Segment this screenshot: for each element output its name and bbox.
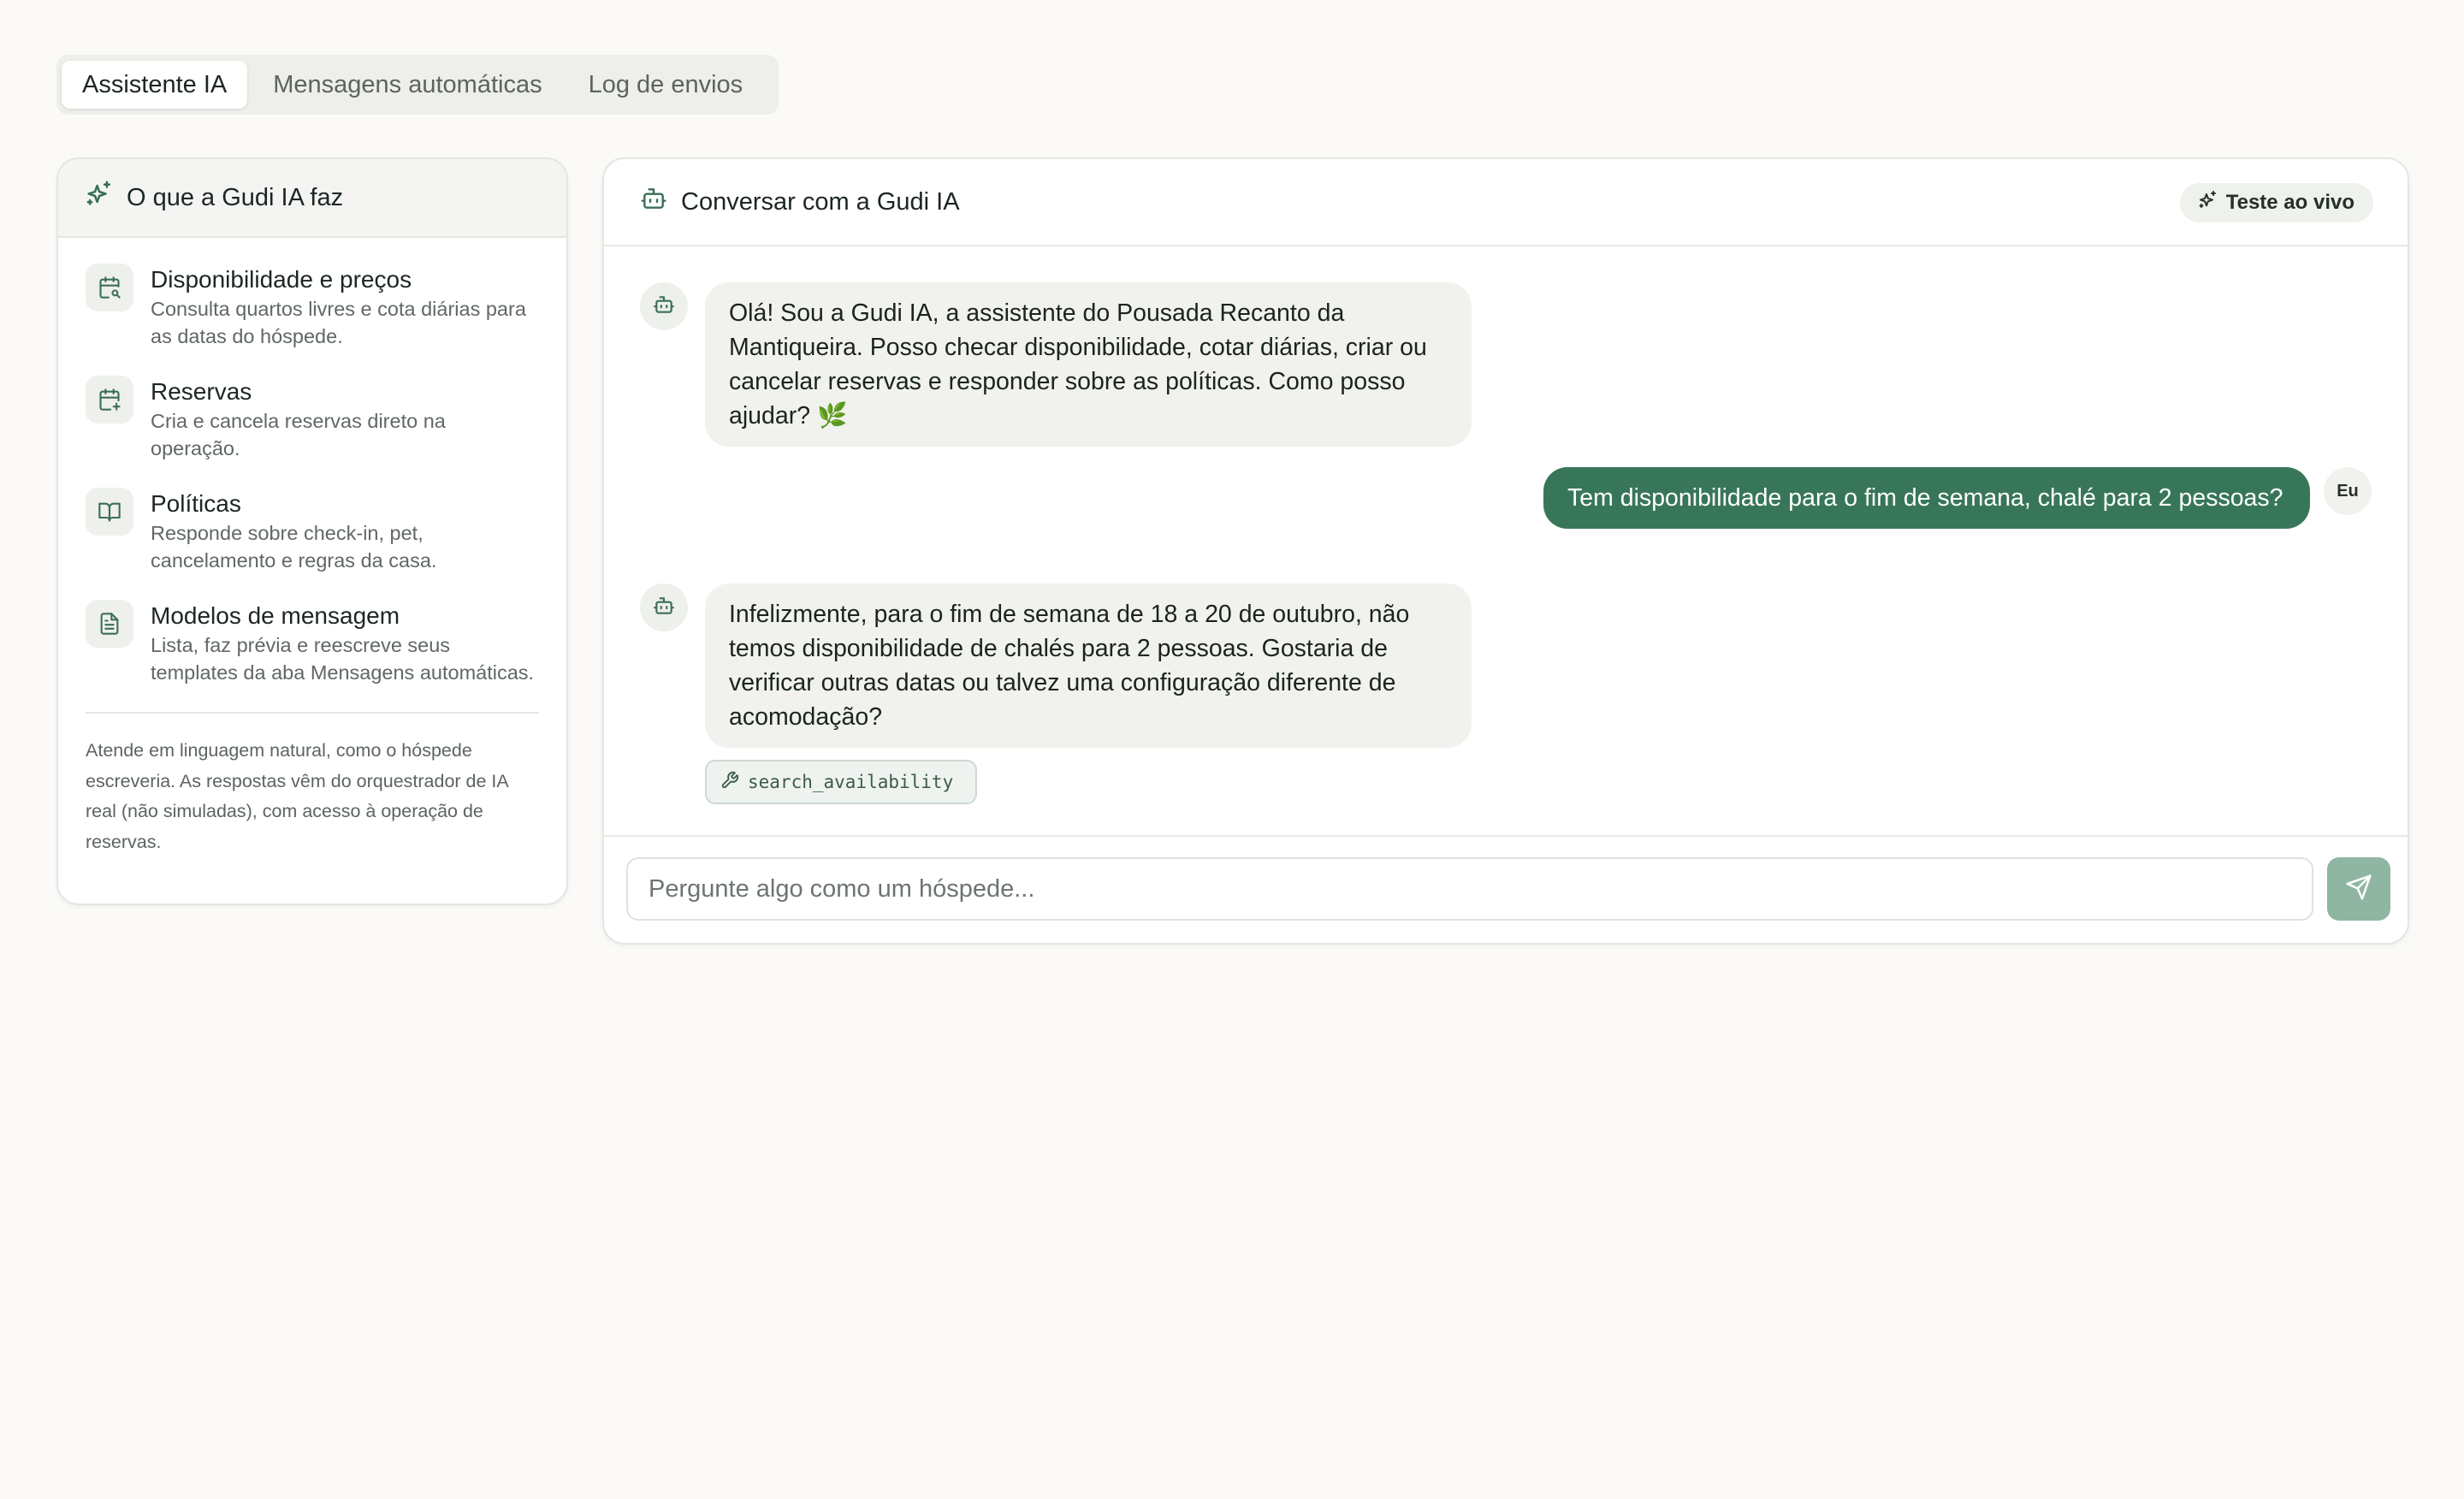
- tab-bar: Assistente IA Mensagens automáticas Log …: [56, 55, 779, 115]
- feature-title: Modelos de mensagem: [151, 602, 400, 629]
- features-note: Atende em linguagem natural, como o hósp…: [86, 740, 508, 852]
- tab-mensagens-automaticas[interactable]: Mensagens automáticas: [252, 61, 562, 109]
- features-header: O que a Gudi IA faz: [58, 159, 566, 238]
- feature-item-reservas: Reservas Cria e cancela reservas direto …: [86, 376, 539, 462]
- chat-header: Conversar com a Gudi IA Teste ao vivo: [604, 159, 2408, 246]
- user-message: Tem disponibilidade para o fim de semana…: [1543, 467, 2310, 529]
- live-test-badge: Teste ao vivo: [2179, 183, 2373, 222]
- assistant-avatar: [640, 584, 688, 631]
- sparkles-icon: [2197, 190, 2218, 216]
- features-title: O que a Gudi IA faz: [127, 183, 344, 211]
- calendar-plus-icon: [86, 376, 133, 424]
- feature-list: Disponibilidade e preços Consulta quarto…: [58, 238, 566, 686]
- message-input-wrapper: [626, 857, 2313, 921]
- assistant-avatar: [640, 282, 688, 330]
- chat-card: Conversar com a Gudi IA Teste ao vivo Ol…: [602, 157, 2409, 945]
- sparkles-icon: [84, 180, 113, 216]
- bot-icon: [640, 185, 667, 219]
- tool-call-chip: search_availability: [705, 760, 977, 804]
- calendar-search-icon: [86, 264, 133, 311]
- feature-description: Cria e cancela reservas direto na operaç…: [151, 410, 446, 459]
- feature-item-modelos: Modelos de mensagem Lista, faz prévia e …: [86, 600, 539, 686]
- features-card: O que a Gudi IA faz Disponibilidade e pr…: [56, 157, 568, 905]
- assistant-message: Infelizmente, para o fim de semana de 18…: [705, 584, 1472, 748]
- feature-item-politicas: Políticas Responde sobre check-in, pet, …: [86, 488, 539, 574]
- feature-item-disponibilidade: Disponibilidade e preços Consulta quarto…: [86, 264, 539, 350]
- feature-description: Consulta quartos livres e cota diárias p…: [151, 298, 526, 347]
- message-input[interactable]: [649, 874, 2312, 904]
- feature-title: Reservas: [151, 378, 252, 405]
- bot-icon: [653, 293, 675, 320]
- tab-assistente-ia[interactable]: Assistente IA: [62, 61, 248, 109]
- send-button[interactable]: [2327, 857, 2390, 921]
- feature-description: Responde sobre check-in, pet, cancelamen…: [151, 522, 437, 572]
- feature-title: Políticas: [151, 490, 241, 517]
- chat-composer: [604, 835, 2408, 943]
- feature-description: Lista, faz prévia e reescreve seus templ…: [151, 634, 535, 684]
- send-icon: [2345, 874, 2372, 905]
- wrench-icon: [720, 771, 739, 794]
- feature-title: Disponibilidade e preços: [151, 266, 412, 293]
- live-test-label: Teste ao vivo: [2225, 191, 2354, 214]
- file-text-icon: [86, 600, 133, 648]
- chat-title: Conversar com a Gudi IA: [681, 187, 960, 216]
- tab-log-de-envios[interactable]: Log de envios: [568, 61, 764, 109]
- bot-icon: [653, 595, 675, 621]
- tool-call-name: search_availability: [748, 772, 954, 792]
- book-open-icon: [86, 488, 133, 536]
- user-avatar: Eu: [2324, 467, 2372, 515]
- assistant-message: Olá! Sou a Gudi IA, a assistente do Pous…: [705, 282, 1472, 447]
